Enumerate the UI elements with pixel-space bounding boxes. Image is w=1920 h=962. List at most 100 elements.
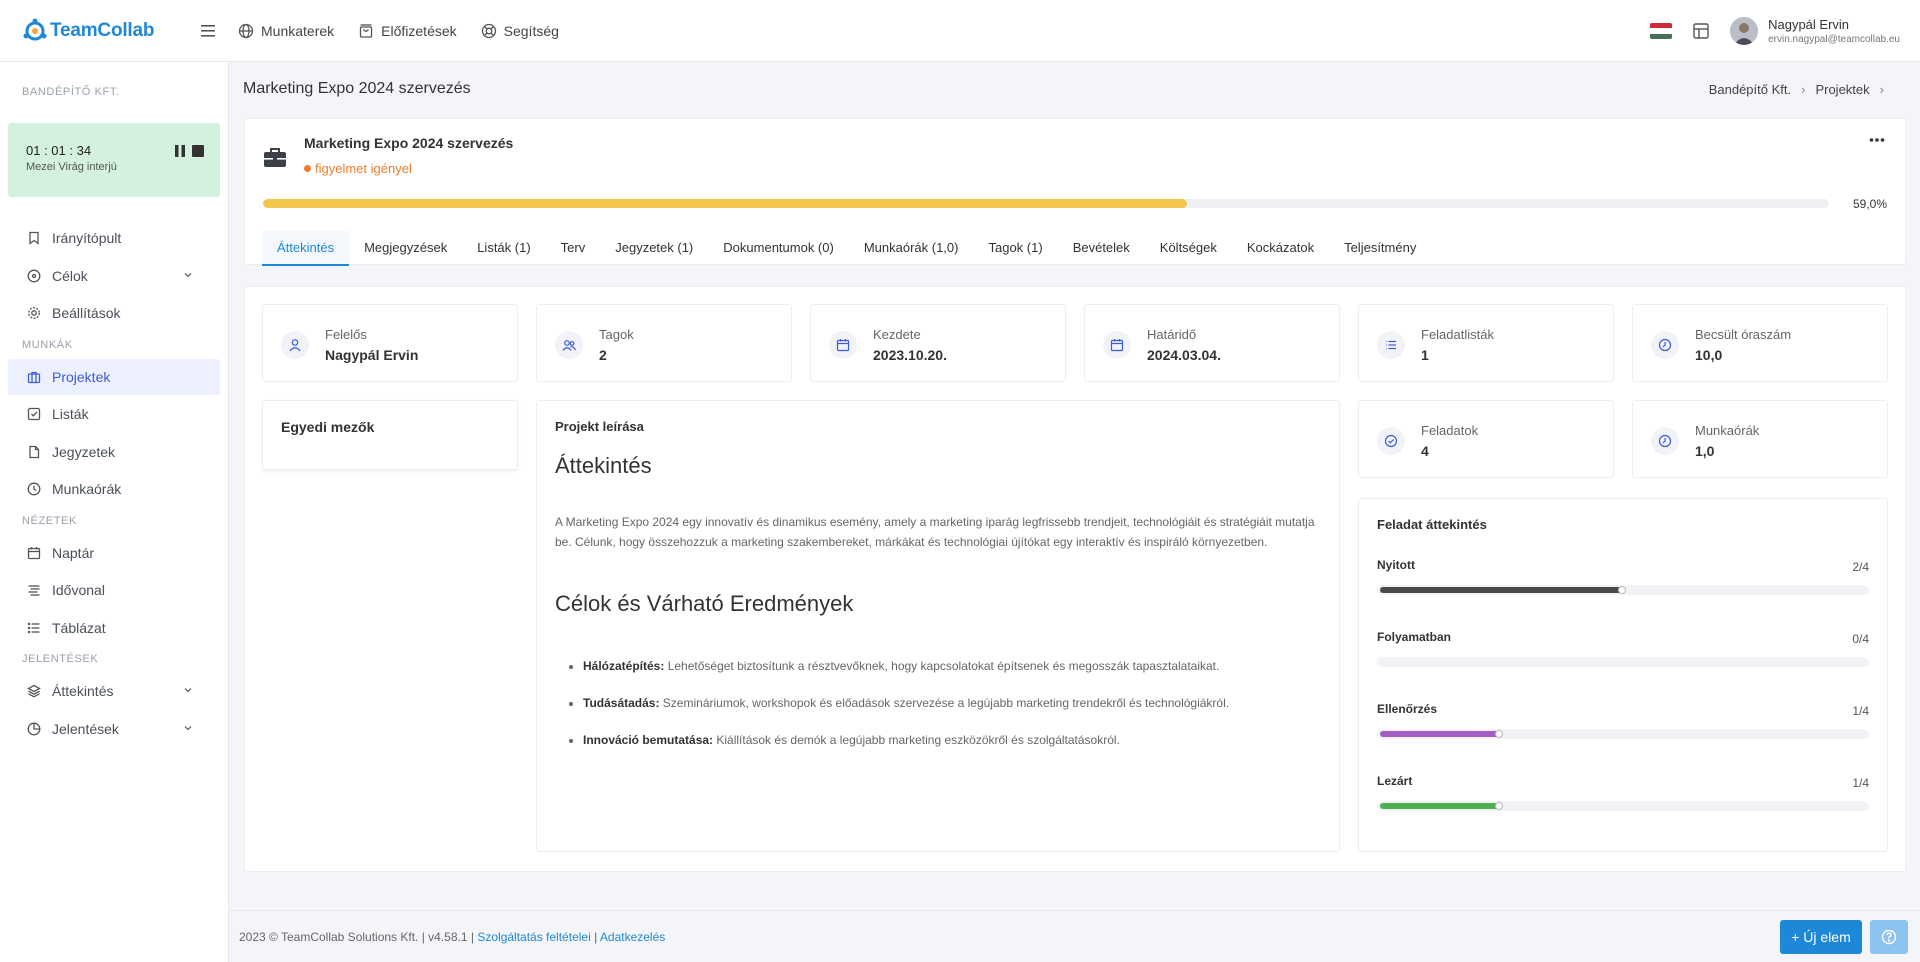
task-progress-fill [1380,730,1503,738]
sidebar-item-munkaorak[interactable]: Munkaórák [8,471,220,507]
tab-0[interactable]: Áttekintés [262,231,350,266]
chevron-down-icon [184,688,192,693]
tab-2[interactable]: Listák (1) [462,231,545,266]
sidebar-item-celok[interactable]: Célok [8,258,220,294]
topnav-munkaterek[interactable]: Munkaterek [238,23,334,39]
list-icon [1377,331,1405,359]
description-subheading: Célok és Várható Eredmények [555,591,854,616]
topnav-segitseg[interactable]: Segítség [481,23,559,39]
task-overview-title: Feladat áttekintés [1377,517,1487,532]
breadcrumb: Bandépítő Kft. › Projektek › [1709,82,1894,97]
progress-knob [1495,730,1503,738]
privacy-link[interactable]: Adatkezelés [600,930,665,944]
tab-3[interactable]: Terv [546,231,601,266]
tab-4[interactable]: Jegyzetek (1) [600,231,708,266]
sidebar-item-label: Áttekintés [52,683,114,699]
timer-controls [174,145,204,157]
clock-icon [27,482,41,496]
sidebar-item-tablazat[interactable]: Táblázat [8,610,220,646]
user-icon [281,331,309,359]
tab-10[interactable]: Kockázatok [1232,231,1329,266]
file-icon [29,445,40,458]
tab-11[interactable]: Teljesítmény [1329,231,1431,266]
stat-label: Kezdete [873,327,921,342]
breadcrumb-item-projects[interactable]: Projektek [1815,82,1869,97]
compass-icon [27,269,41,282]
project-progress-bar [263,199,1829,208]
sidebar-item-listak[interactable]: Listák [8,396,220,432]
menu-toggle-button[interactable] [198,21,218,41]
task-status-row: Ellenőrzés 1/4 [1377,690,1869,762]
project-description-panel: Projekt leírása Áttekintés A Marketing E… [536,400,1340,852]
active-timer[interactable]: 01 : 01 : 34 Mezei Virág interjú [8,123,220,197]
task-overview-panel: Feladat áttekintés Nyitott 2/4 Folyamatban… [1358,498,1888,852]
briefcase-icon [264,148,286,167]
top-bar: TeamCollab Munkaterek Előfizetések Segít… [0,0,1920,62]
sidebar-item-label: Beállítások [52,305,121,321]
sidebar-item-attekintes[interactable]: Áttekintés [8,673,220,709]
top-right-controls: Nagypál Ervin ervin.nagypal@teamcollab.e… [1650,0,1920,62]
chevron-right-icon: › [1879,82,1884,97]
new-item-button[interactable]: + Új elem [1780,920,1862,954]
sidebar-item-jegyzetek[interactable]: Jegyzetek [8,434,220,470]
stat-label: Feladatlisták [1421,327,1494,342]
tab-6[interactable]: Munkaórák (1,0) [849,231,974,266]
sidebar-item-label: Listák [52,406,89,422]
tab-8[interactable]: Bevételek [1058,231,1145,266]
terms-link[interactable]: Szolgáltatás feltételei [477,930,590,944]
stop-icon[interactable] [192,145,204,157]
tab-1[interactable]: Megjegyzések [349,231,462,266]
sidebar-item-projektek[interactable]: Projektek [8,358,220,395]
task-status-row: Folyamatban 0/4 [1377,618,1869,690]
sidebar-item-label: Irányítópult [52,230,122,246]
sidebar-item-label: Munkaórák [52,481,122,497]
stat-label: Határidő [1147,327,1197,342]
sidebar-item-naptar[interactable]: Naptár [8,535,220,571]
project-progress-fill [263,199,1187,208]
task-progress-fill [1380,802,1503,810]
status-dot [304,165,311,172]
list-item: Tudásátadás: Szemináriumok, workshopok é… [583,696,1321,710]
organization-label: BANDÉPÍTŐ KFT. [22,86,120,98]
user-info[interactable]: Nagypál Ervin ervin.nagypal@teamcollab.e… [1768,17,1900,45]
checkbox-icon [27,407,41,421]
topnav-elofizetesek[interactable]: Előfizetések [358,22,457,39]
stat-value: 2023.10.20. [873,347,947,363]
avatar-image [1730,17,1759,45]
user-email: ervin.nagypal@teamcollab.eu [1768,34,1900,45]
task-status-count: 1/4 [1852,704,1869,718]
topnav-label: Munkaterek [261,22,335,39]
sidebar-item-iranyitopult[interactable]: Irányítópult [8,220,220,256]
stat-value: 2024.03.04. [1147,347,1221,363]
sidebar-item-beallitasok[interactable]: Beállítások [8,295,220,331]
tab-7[interactable]: Tagok (1) [973,231,1057,266]
description-paragraph: A Marketing Expo 2024 egy innovatív és d… [555,515,1315,549]
tab-5[interactable]: Dokumentumok (0) [708,231,849,266]
lifebuoy-icon [481,23,496,38]
breadcrumb-item-org[interactable]: Bandépítő Kft. [1709,82,1791,97]
bookmark-icon [29,231,39,245]
task-status-row: Nyitott 2/4 [1377,546,1869,618]
help-button[interactable] [1870,920,1908,954]
globe-icon [238,23,254,38]
stat-label: Feladatok [1421,423,1479,438]
pause-icon[interactable] [174,145,186,157]
stat-tagok: Tagok 2 [536,304,792,382]
hamburger-icon [201,24,215,37]
project-header-card: Marketing Expo 2024 szervezés figyelmet … [244,118,1906,266]
more-options-icon[interactable] [1869,137,1885,143]
app-logo[interactable]: TeamCollab [0,18,162,44]
custom-fields-panel: Egyedi mezők [262,400,518,470]
sidebar-item-idovonal[interactable]: Idővonal [8,572,220,608]
timer-label: Mezei Virág interjú [26,161,117,173]
sidebar-item-label: Projektek [52,368,111,385]
language-flag-hungarian[interactable] [1650,23,1673,39]
stat-value: 2 [599,347,607,363]
calendar-icon [27,546,41,559]
sidebar-item-jelentesek[interactable]: Jelentések [8,711,220,747]
avatar[interactable] [1730,17,1759,45]
footer-text: 2023 © TeamCollab Solutions Kft. | v4.58… [239,930,665,944]
layout-icon[interactable] [1692,22,1710,40]
topnav-label: Előfizetések [381,22,457,39]
tab-9[interactable]: Költségek [1145,231,1232,266]
